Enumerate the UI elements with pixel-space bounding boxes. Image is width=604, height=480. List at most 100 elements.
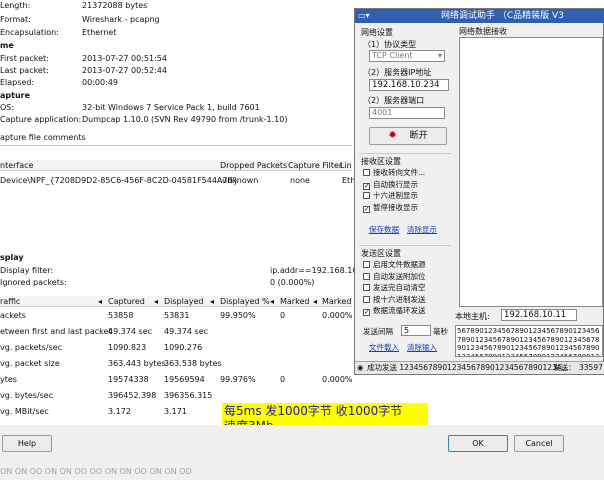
col-dropped[interactable]: Dropped Packets bbox=[220, 161, 287, 170]
interface-dropped: unknown bbox=[222, 176, 259, 185]
traffic-cell: 0.000% bbox=[322, 311, 353, 320]
os-value: 32-bit Windows 7 Service Pack 1, build 7… bbox=[82, 103, 260, 112]
protocol-label: （1）协议类型 bbox=[363, 40, 417, 49]
col-marked-pct[interactable]: Marked bbox=[322, 297, 351, 306]
last-packet-value: 2013-07-27 00:52:44 bbox=[82, 66, 167, 75]
disconnect-label: 断开 bbox=[409, 131, 428, 141]
encap-value: Ethernet bbox=[82, 28, 117, 37]
dialog-button-bar: Help OK Cancel ON ON OO ON ON OO OO ON O… bbox=[0, 425, 604, 480]
col-interface[interactable]: nterface bbox=[0, 161, 33, 170]
format-value: Wireshark - pcapng bbox=[82, 15, 160, 24]
protocol-select[interactable]: TCP Client ▾ bbox=[369, 50, 445, 62]
option-checkbox[interactable]: 启用文件数据源 bbox=[363, 260, 426, 270]
settings-panel: 网络设置 （1）协议类型 TCP Client ▾ （2）服务器IP地址 192… bbox=[359, 25, 451, 367]
receive-area[interactable] bbox=[459, 37, 603, 307]
server-port-input[interactable]: 4001 bbox=[369, 107, 445, 119]
local-host-input[interactable]: 192.168.10.11 bbox=[501, 309, 577, 321]
option-checkbox[interactable]: 发送完自动清空 bbox=[363, 283, 426, 293]
status-bar: ◉ 成功发送 123456789012345678901234567890123… bbox=[355, 361, 604, 374]
window-title: 网络调试助手 （C品精装版 V3 bbox=[441, 11, 564, 21]
col-traffic[interactable]: raffic bbox=[0, 297, 20, 306]
network-settings-heading: 网络设置 bbox=[361, 28, 393, 37]
traffic-cell: 0 bbox=[280, 375, 286, 384]
option-checkbox[interactable]: 自动发送附加位 bbox=[363, 272, 426, 282]
server-port-label: （2）服务器端口 bbox=[363, 96, 425, 105]
option-checkbox[interactable]: 十六进制显示 bbox=[363, 191, 418, 201]
option-label: 按十六进制发送 bbox=[373, 294, 426, 304]
traffic-cell: 53831 bbox=[164, 311, 190, 320]
traffic-cell: 363.443 bytes bbox=[108, 359, 166, 368]
traffic-cell: 0 bbox=[280, 311, 286, 320]
traffic-cell: 363.538 bytes bbox=[164, 359, 222, 368]
clear-display-link[interactable]: 清除显示 bbox=[407, 224, 437, 235]
receive-settings-group: 接收区设置 接收转向文件... ✓ 自动换行显示 十六进制显示 ✓ 暂停接收显示 保存数据… bbox=[359, 153, 451, 239]
save-data-link[interactable]: 保存数据 bbox=[369, 224, 399, 235]
send-count-value: 33597 bbox=[579, 363, 603, 372]
disconnect-button[interactable]: ✹ 断开 bbox=[369, 127, 447, 145]
elapsed-value: 00:00:49 bbox=[82, 78, 118, 87]
time-heading: me bbox=[0, 41, 14, 50]
traffic-cell: vg. packets/sec bbox=[0, 343, 63, 352]
unchecked-icon bbox=[363, 261, 370, 268]
divider bbox=[0, 145, 352, 146]
col-displayed[interactable]: Displayed bbox=[164, 297, 204, 306]
send-area[interactable]: 5678901234567890123456789012345678901234… bbox=[455, 325, 603, 357]
capture-app-value: Dumpcap 1.10.0 (SVN Rev 49790 from /trun… bbox=[82, 115, 288, 124]
traffic-cell: 396356.315 bbox=[164, 391, 213, 400]
option-label: 自动发送附加位 bbox=[373, 271, 426, 281]
chevron-down-icon: ▾ bbox=[437, 51, 442, 60]
ok-button[interactable]: OK bbox=[448, 435, 508, 452]
capture-comments-label: apture file comments bbox=[0, 133, 86, 142]
elapsed-label: Elapsed: bbox=[0, 78, 35, 87]
col-displayed-pct[interactable]: Displayed % bbox=[220, 297, 270, 306]
option-checkbox[interactable]: ✓ 数据流循环发送 bbox=[363, 306, 426, 316]
option-label: 数据流循环发送 bbox=[373, 306, 426, 315]
send-settings-heading: 发送区设置 bbox=[361, 249, 401, 258]
option-label: 自动换行显示 bbox=[373, 179, 418, 189]
capture-heading: apture bbox=[0, 91, 31, 100]
os-label: OS: bbox=[0, 103, 15, 112]
option-checkbox[interactable]: ✓ 自动换行显示 bbox=[363, 180, 418, 190]
col-link[interactable]: Lin bbox=[340, 161, 352, 170]
option-label: 启用文件数据源 bbox=[373, 260, 426, 269]
background-text: ON ON OO ON ON OO OO ON ON OO ON ON OO bbox=[0, 467, 192, 476]
server-ip-input[interactable]: 192.168.10.234 bbox=[369, 79, 449, 91]
col-marked[interactable]: Marked bbox=[280, 297, 309, 306]
capture-app-label: Capture application: bbox=[0, 115, 82, 124]
display-filter-label: Display filter: bbox=[0, 266, 54, 275]
clear-input-link[interactable]: 清除输入 bbox=[407, 342, 437, 353]
last-packet-label: Last packet: bbox=[0, 66, 49, 75]
length-value: 21372088 bytes bbox=[82, 1, 148, 10]
sort-icon: ◂ bbox=[270, 297, 275, 306]
checked-icon: ✓ bbox=[363, 204, 370, 213]
help-button[interactable]: Help bbox=[2, 435, 52, 452]
file-load-link[interactable]: 文件载入 bbox=[369, 342, 399, 353]
send-count-label: 发送： bbox=[553, 363, 576, 372]
first-packet-value: 2013-07-27 00:51:54 bbox=[82, 54, 167, 63]
col-capture-filter[interactable]: Capture Filter bbox=[288, 161, 342, 170]
window-menu-icon[interactable]: ▭▾ bbox=[358, 9, 370, 23]
traffic-cell: 19569594 bbox=[164, 375, 205, 384]
status-text: 成功发送 1234567890123456789012345678901234.… bbox=[367, 363, 569, 372]
interval-input[interactable]: 5 bbox=[401, 325, 431, 336]
cancel-button[interactable]: Cancel bbox=[514, 435, 564, 452]
sort-icon: ◂ bbox=[98, 297, 103, 306]
traffic-cell: vg. packet size bbox=[0, 359, 60, 368]
option-label: 十六进制显示 bbox=[373, 191, 418, 200]
length-label: Length: bbox=[0, 1, 31, 10]
interface-device: Device\NPF_{7208D9D2-85C6-456F-8C2D-0458… bbox=[0, 176, 239, 185]
network-assistant-window: ▭▾ 网络调试助手 （C品精装版 V3 网络设置 （1）协议类型 TCP Cli… bbox=[354, 8, 604, 375]
interface-table-header: nterface Dropped Packets Capture Filter … bbox=[0, 160, 352, 171]
sort-icon: ◂ bbox=[313, 297, 318, 306]
unchecked-icon bbox=[363, 272, 370, 280]
server-ip-label: （2）服务器IP地址 bbox=[363, 68, 432, 77]
option-checkbox[interactable]: ✓ 暂停接收显示 bbox=[363, 203, 418, 213]
checked-icon: ✓ bbox=[363, 181, 370, 190]
col-captured[interactable]: Captured bbox=[108, 297, 145, 306]
first-packet-label: First packet: bbox=[0, 54, 49, 63]
format-label: Format: bbox=[0, 15, 31, 24]
title-bar: ▭▾ 网络调试助手 （C品精装版 V3 bbox=[355, 9, 604, 23]
receive-settings-heading: 接收区设置 bbox=[361, 157, 401, 166]
option-checkbox[interactable]: 按十六进制发送 bbox=[363, 295, 426, 305]
option-checkbox[interactable]: 接收转向文件... bbox=[363, 168, 425, 178]
